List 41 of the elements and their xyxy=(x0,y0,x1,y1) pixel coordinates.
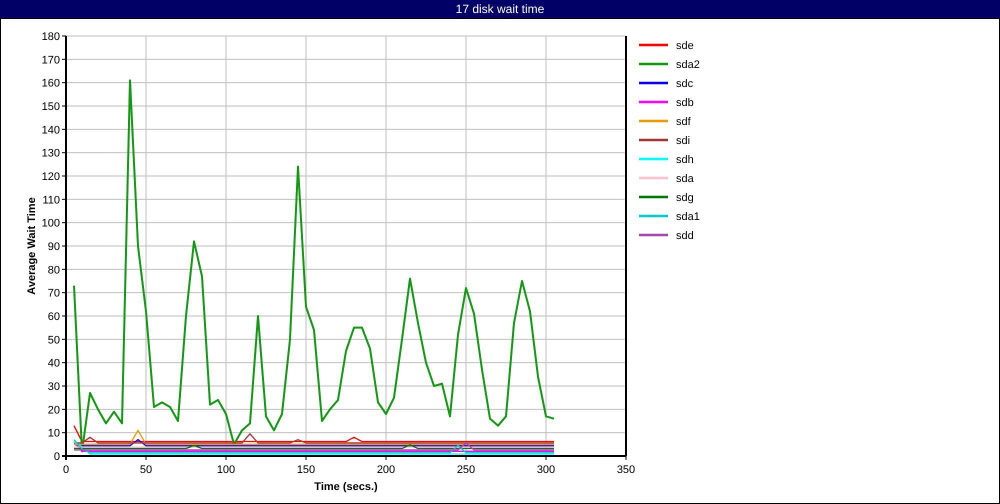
y-tick-label: 80 xyxy=(48,264,60,276)
y-tick-label: 180 xyxy=(42,31,60,43)
legend-label: sdb xyxy=(676,97,694,109)
x-tick-label: 50 xyxy=(140,464,152,476)
legend-label: sde xyxy=(676,40,694,52)
y-tick-label: 20 xyxy=(48,404,60,416)
legend-label: sdf xyxy=(676,116,691,128)
legend-label: sda2 xyxy=(676,59,700,71)
legend-label: sdi xyxy=(676,135,690,147)
legend-label: sdc xyxy=(676,78,694,90)
x-tick-label: 300 xyxy=(536,464,556,476)
legend-label: sdd xyxy=(676,230,694,242)
y-tick-label: 50 xyxy=(48,334,60,346)
y-axis-title: Average Wait Time xyxy=(26,197,38,295)
x-tick-label: 250 xyxy=(456,464,476,476)
y-tick-label: 160 xyxy=(42,78,60,90)
y-tick-label: 170 xyxy=(42,54,60,66)
x-tick-label: 350 xyxy=(616,464,636,476)
x-tick-label: 150 xyxy=(296,464,316,476)
x-tick-label: 0 xyxy=(62,464,70,476)
y-tick-label: 90 xyxy=(48,241,60,253)
y-tick-label: 30 xyxy=(48,381,60,393)
y-tick-label: 120 xyxy=(42,171,60,183)
legend-label: sda1 xyxy=(676,211,700,223)
y-tick-label: 150 xyxy=(42,101,60,113)
y-tick-label: 140 xyxy=(42,124,60,136)
legend-label: sdg xyxy=(676,192,694,204)
x-axis-title: Time (secs.) xyxy=(314,481,378,493)
window-title: 17 disk wait time xyxy=(0,0,1000,18)
y-tick-label: 0 xyxy=(54,451,60,463)
legend-label: sda xyxy=(676,173,694,185)
y-tick-label: 70 xyxy=(48,288,60,300)
x-tick-label: 100 xyxy=(216,464,236,476)
y-tick-label: 10 xyxy=(48,428,60,440)
y-tick-label: 60 xyxy=(48,311,60,323)
legend-label: sdh xyxy=(676,154,694,166)
y-tick-label: 100 xyxy=(42,218,60,230)
y-tick-label: 110 xyxy=(42,194,60,206)
x-tick-label: 200 xyxy=(376,464,396,476)
y-tick-label: 40 xyxy=(48,358,60,370)
y-tick-label: 130 xyxy=(42,148,60,160)
